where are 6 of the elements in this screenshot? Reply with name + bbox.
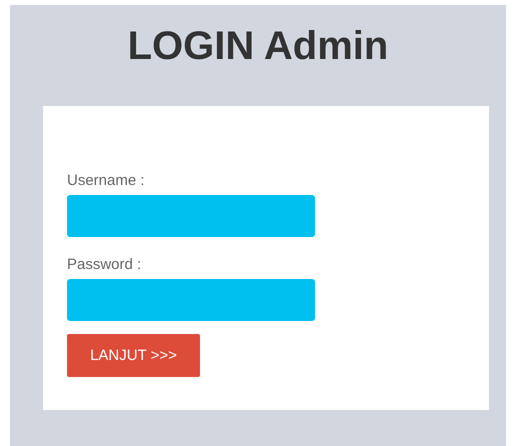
input-field[interactable] <box>67 279 315 321</box>
field-label: Password : <box>67 256 142 274</box>
input-field[interactable] <box>67 195 315 237</box>
field-label: Username : <box>67 172 145 190</box>
submit-button[interactable]: LANJUT >>> <box>67 334 200 377</box>
page-title: LOGIN Admin <box>126 23 390 70</box>
